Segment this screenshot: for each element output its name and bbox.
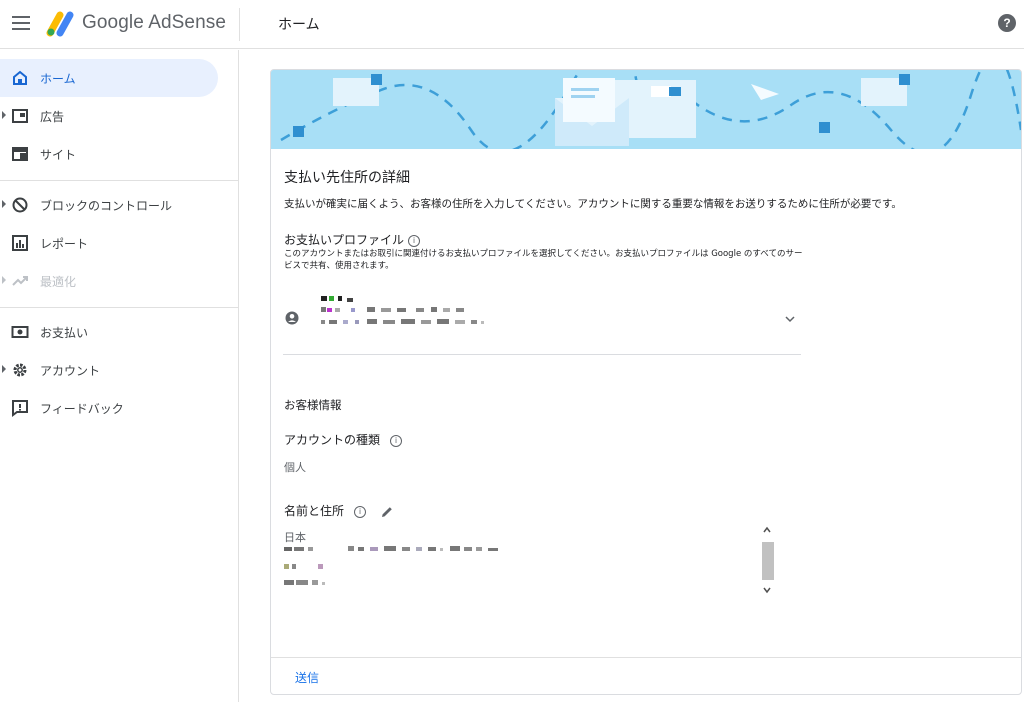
address-scrollbar[interactable] xyxy=(760,525,774,597)
sidebar-item-payments[interactable]: お支払い xyxy=(0,313,218,351)
name-address-label: 名前と住所 i xyxy=(284,502,394,519)
payment-profile-select[interactable] xyxy=(283,286,801,355)
sidebar-item-ads[interactable]: 広告 xyxy=(0,97,218,135)
address-country: 日本 xyxy=(284,531,306,544)
sidebar-item-block-controls[interactable]: ブロックのコントロール xyxy=(0,186,218,224)
banner-illustration xyxy=(271,70,1021,149)
account-circle-icon xyxy=(285,311,299,325)
header-divider xyxy=(239,8,240,41)
ads-icon xyxy=(12,109,28,123)
block-icon xyxy=(12,197,28,213)
help-icon[interactable]: ? xyxy=(998,14,1016,32)
card-footer-divider xyxy=(271,657,1021,658)
billing-address-card: 支払い先住所の詳細 支払いが確実に届くよう、お客様の住所を入力してください。アカ… xyxy=(270,69,1022,695)
sidebar-item-label: 最適化 xyxy=(40,275,77,289)
sidebar-item-label: サイト xyxy=(40,148,77,162)
brand-name: Google AdSense xyxy=(82,12,227,33)
name-address-label-text: 名前と住所 xyxy=(284,504,345,518)
sidebar-item-optimization: 最適化 xyxy=(0,262,218,300)
info-icon[interactable]: i xyxy=(354,505,367,518)
pencil-icon[interactable] xyxy=(380,505,394,519)
sidebar-item-sites[interactable]: サイト xyxy=(0,135,218,173)
payment-profile-label: お支払いプロファイル i xyxy=(284,231,421,248)
home-icon xyxy=(13,70,27,85)
customer-info-heading: お客様情報 xyxy=(284,398,342,412)
sidebar-item-label: フィードバック xyxy=(40,402,124,416)
info-icon[interactable]: i xyxy=(408,234,421,247)
account-type-label: アカウントの種類 i xyxy=(284,431,403,448)
sidebar-item-label: アカウント xyxy=(40,364,101,378)
section-title: 支払い先住所の詳細 xyxy=(284,170,410,186)
sidebar-item-home[interactable]: ホーム xyxy=(0,59,218,97)
scroll-up-arrow-icon[interactable] xyxy=(763,526,771,534)
section-description: 支払いが確実に届くよう、お客様の住所を入力してください。アカウントに関する重要な… xyxy=(284,198,902,210)
sidebar-item-feedback[interactable]: フィードバック xyxy=(0,389,218,427)
expand-caret-icon[interactable] xyxy=(2,111,6,119)
sidebar: ホーム 広告 サイト ブロックのコントロール レポート 最適化 お支払い アカウ… xyxy=(0,50,239,702)
submit-button[interactable]: 送信 xyxy=(295,669,319,686)
address-display: 日本 xyxy=(284,525,774,603)
expand-caret-icon[interactable] xyxy=(2,200,6,208)
redacted-profile-text xyxy=(321,296,484,324)
redacted-address-text xyxy=(284,546,498,585)
optimization-icon xyxy=(12,276,28,286)
sites-icon xyxy=(12,147,28,161)
menu-icon[interactable] xyxy=(12,16,30,30)
sidebar-item-label: 広告 xyxy=(40,110,65,124)
page-title: ホーム xyxy=(278,17,320,33)
sidebar-item-label: お支払い xyxy=(40,326,89,340)
sidebar-divider xyxy=(0,307,239,308)
adsense-logo-icon xyxy=(46,11,74,37)
payment-profile-label-text: お支払いプロファイル xyxy=(284,233,405,247)
account-type-label-text: アカウントの種類 xyxy=(284,433,381,447)
sidebar-item-label: ブロックのコントロール xyxy=(40,199,173,213)
expand-caret-icon[interactable] xyxy=(2,365,6,373)
scrollbar-thumb[interactable] xyxy=(762,542,774,580)
sidebar-item-reports[interactable]: レポート xyxy=(0,224,218,262)
chevron-down-icon[interactable] xyxy=(785,314,795,324)
sidebar-item-label: ホーム xyxy=(40,72,76,86)
info-icon[interactable]: i xyxy=(390,434,403,447)
sidebar-divider xyxy=(0,180,239,181)
account-type-value: 個人 xyxy=(284,461,306,474)
feedback-icon xyxy=(12,400,28,417)
reports-icon xyxy=(12,235,28,251)
expand-caret-icon xyxy=(2,276,6,284)
sidebar-item-label: レポート xyxy=(40,237,89,251)
sidebar-item-account[interactable]: アカウント xyxy=(0,351,218,389)
top-app-bar: Google AdSense ホーム ? xyxy=(0,0,1024,49)
gear-icon xyxy=(13,363,27,377)
payments-icon xyxy=(11,326,29,338)
scroll-down-arrow-icon[interactable] xyxy=(763,586,771,594)
payment-profile-help: このアカウントまたはお取引に関連付けるお支払いプロファイルを選択してください。お… xyxy=(284,249,803,271)
